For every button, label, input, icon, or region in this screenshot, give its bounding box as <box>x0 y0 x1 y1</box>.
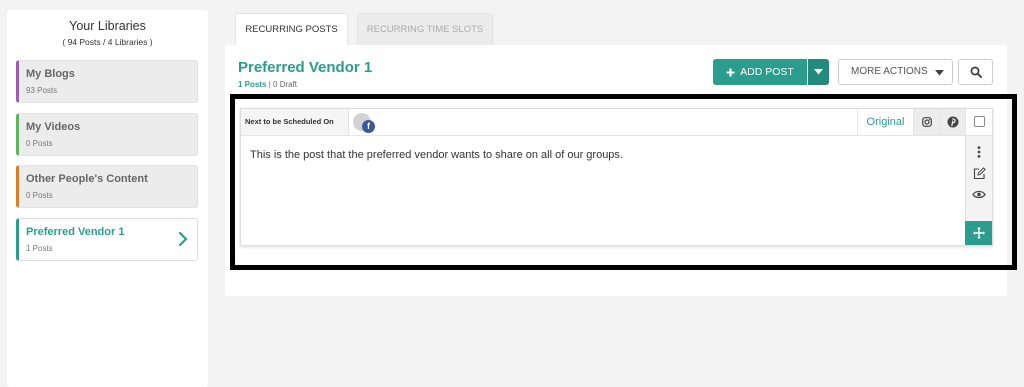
tab-original[interactable]: Original <box>857 109 913 135</box>
more-actions-button[interactable]: MORE ACTIONS <box>838 59 953 85</box>
tab-instagram[interactable] <box>913 109 939 135</box>
tab-recurring-time-slots[interactable]: RECURRING TIME SLOTS <box>357 13 493 45</box>
checkbox-box <box>974 116 985 127</box>
move-button[interactable] <box>965 221 992 245</box>
move-icon <box>973 227 985 239</box>
caret-down-icon <box>814 69 823 75</box>
library-item-other-peoples-content[interactable]: Other People's Content 0 Posts <box>16 165 198 208</box>
library-item-my-blogs[interactable]: My Blogs 93 Posts <box>16 60 198 103</box>
more-actions-label: MORE ACTIONS <box>851 66 928 77</box>
post-card: Next to be Scheduled On f Original This … <box>240 108 993 246</box>
posts-count: 1 Posts <box>238 80 267 89</box>
plus-icon <box>726 68 735 77</box>
library-count: 93 Posts <box>26 86 58 95</box>
library-name: My Videos <box>26 121 81 133</box>
library-count: 0 Posts <box>26 139 53 148</box>
counts-separator: | <box>268 80 271 89</box>
post-text: This is the post that the preferred vend… <box>250 149 623 161</box>
pinterest-icon <box>947 116 959 128</box>
library-count: 1 Posts <box>26 244 53 253</box>
page-title: Preferred Vendor 1 <box>238 59 373 76</box>
add-post-label: ADD POST <box>740 66 794 79</box>
add-post-dropdown-button[interactable] <box>808 59 829 85</box>
eye-icon[interactable] <box>972 190 986 199</box>
caret-down-icon <box>935 70 944 76</box>
search-icon <box>970 66 982 78</box>
library-item-my-videos[interactable]: My Videos 0 Posts <box>16 113 198 156</box>
library-counts: 1 Posts | 0 Draft <box>238 80 297 89</box>
instagram-icon <box>922 117 932 127</box>
library-name: Other People's Content <box>26 173 148 185</box>
more-vertical-icon[interactable] <box>977 146 981 158</box>
library-count: 0 Posts <box>26 191 53 200</box>
library-name: My Blogs <box>26 68 75 80</box>
draft-count: 0 Draft <box>273 80 298 89</box>
select-post-checkbox[interactable] <box>965 109 992 135</box>
edit-icon[interactable] <box>973 167 986 180</box>
search-button[interactable] <box>958 59 993 85</box>
sidebar-subtitle: ( 94 Posts / 4 Libraries ) <box>62 37 153 47</box>
add-post-button[interactable]: ADD POST <box>713 59 807 85</box>
libraries-sidebar: Your Libraries ( 94 Posts / 4 Libraries … <box>7 10 208 387</box>
library-item-preferred-vendor-1[interactable]: Preferred Vendor 1 1 Posts <box>16 218 198 261</box>
library-name: Preferred Vendor 1 <box>26 226 125 238</box>
sidebar-title: Your Libraries <box>69 19 146 33</box>
post-card-header: Next to be Scheduled On f Original <box>241 109 992 136</box>
tab-recurring-posts[interactable]: RECURRING POSTS <box>235 13 348 45</box>
next-scheduled-label: Next to be Scheduled On <box>241 109 349 135</box>
chevron-right-icon <box>178 231 188 247</box>
post-tools <box>965 136 992 221</box>
tab-pinterest[interactable] <box>939 109 965 135</box>
facebook-icon: f <box>362 120 375 133</box>
